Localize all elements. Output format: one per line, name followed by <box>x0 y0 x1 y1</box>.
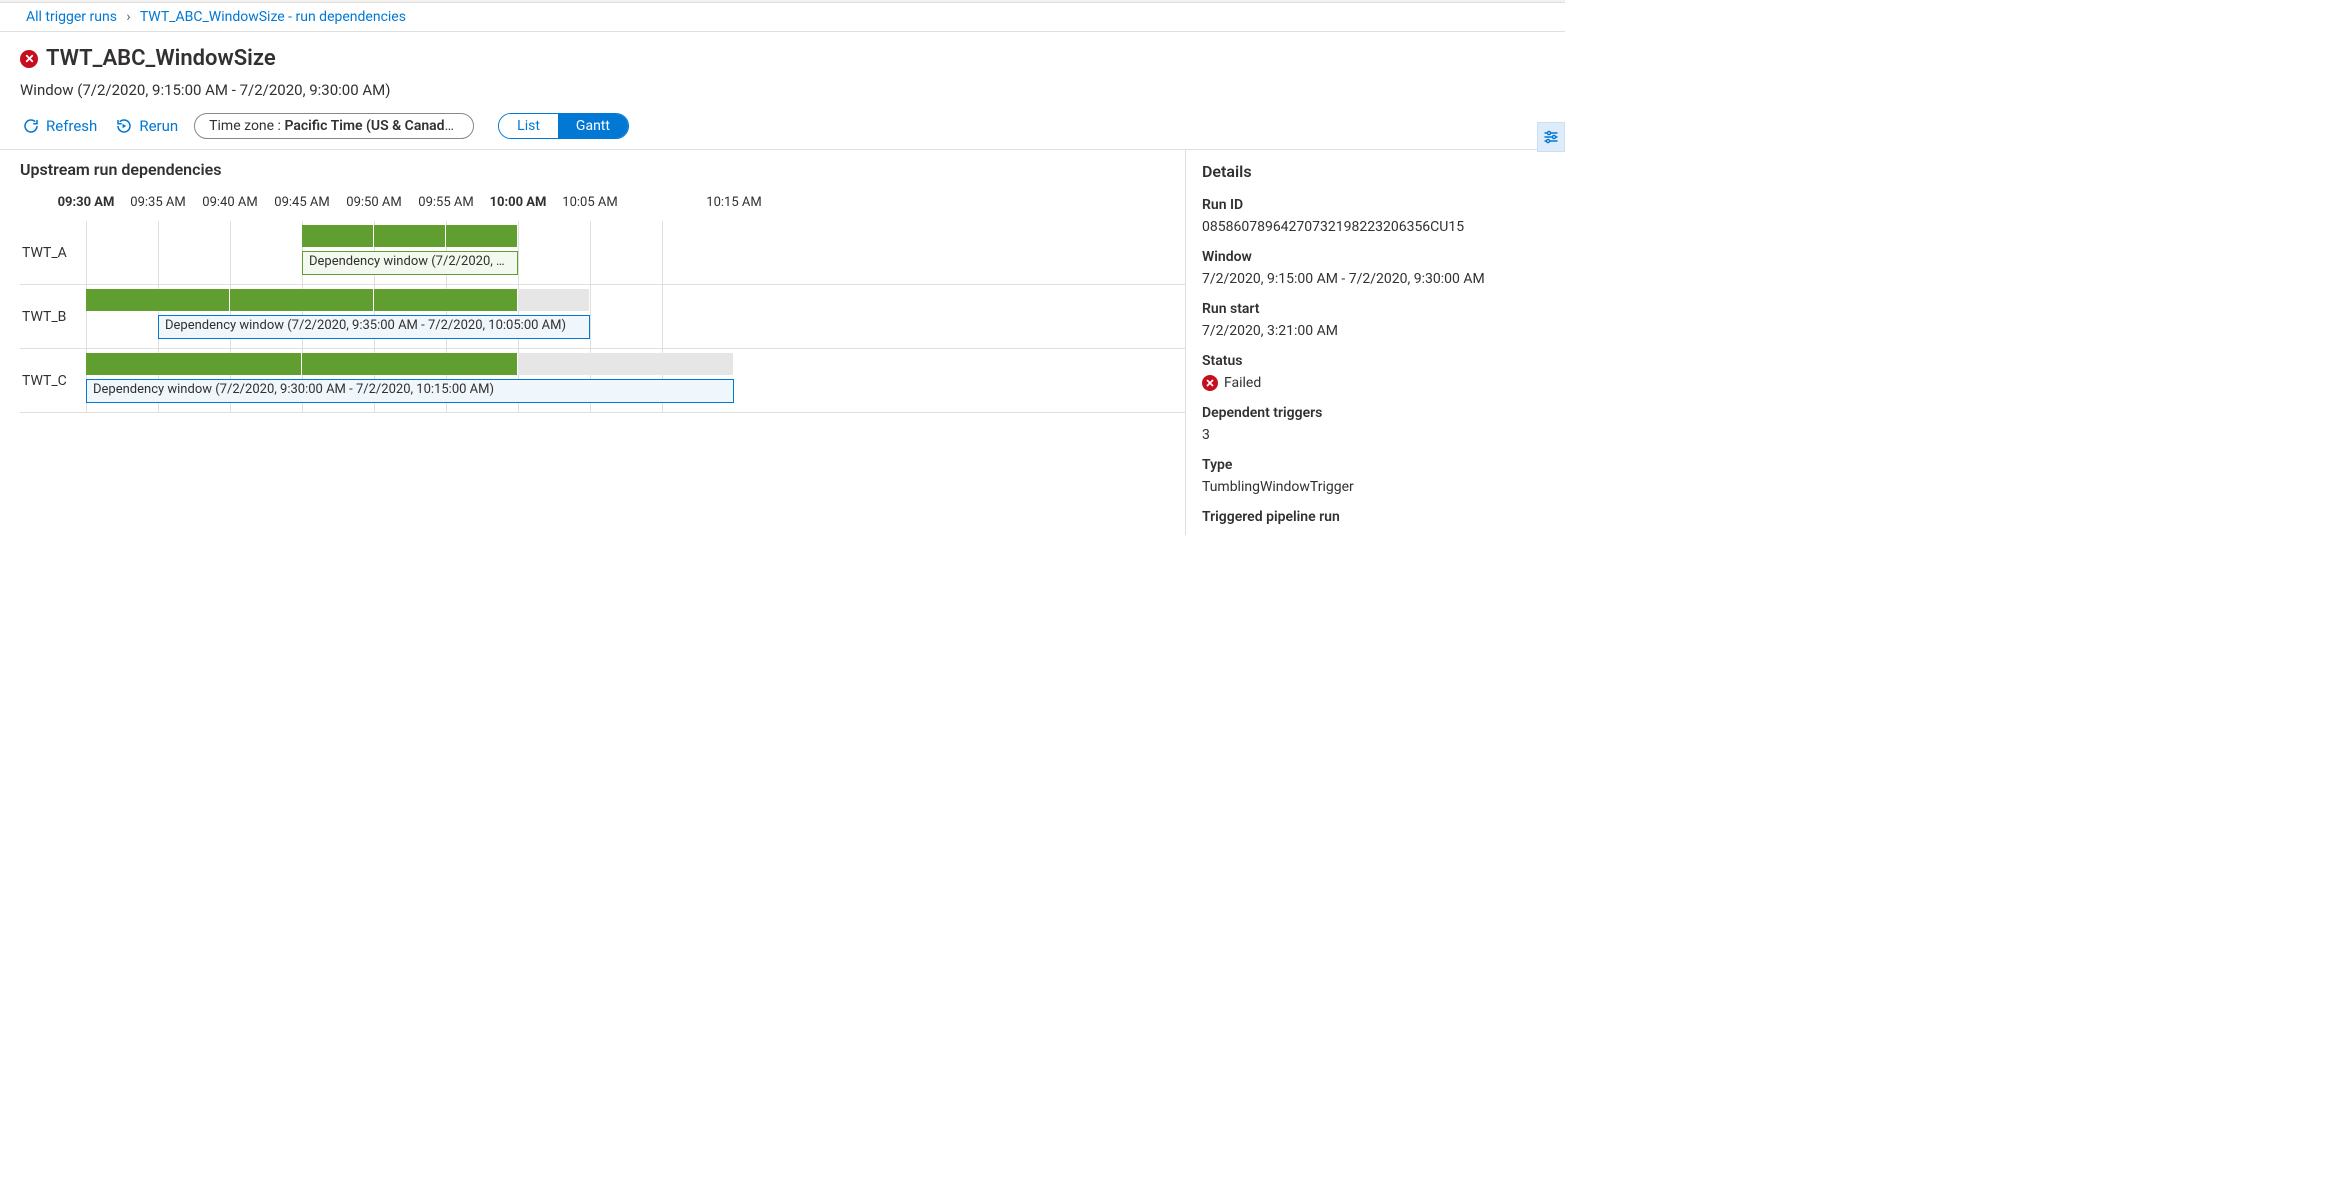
view-toggle-list[interactable]: List <box>499 114 558 138</box>
run-id-label: Run ID <box>1202 197 1555 213</box>
run-segment[interactable] <box>374 289 518 311</box>
dependency-window[interactable]: Dependency window (7/2/2020, 9:35:00 AM … <box>158 315 590 339</box>
window-value: 7/2/2020, 9:15:00 AM - 7/2/2020, 9:30:00… <box>1202 271 1555 287</box>
details-panel: Details Run ID 0858607896427073219822320… <box>1185 150 1565 535</box>
window-subtitle: Window (7/2/2020, 9:15:00 AM - 7/2/2020,… <box>20 81 1565 99</box>
type-value: TumblingWindowTrigger <box>1202 479 1555 495</box>
view-toggle: List Gantt <box>498 113 629 139</box>
gantt-row-label: TWT_B <box>20 285 86 348</box>
gantt-area: Upstream run dependencies 09:30 AM 09:35… <box>0 150 1185 535</box>
status-value: Failed <box>1224 375 1261 391</box>
rerun-label: Rerun <box>139 117 178 135</box>
time-tick: 09:45 AM <box>274 195 329 210</box>
rerun-icon <box>115 117 133 135</box>
run-start-value: 7/2/2020, 3:21:00 AM <box>1202 323 1555 339</box>
toolbar: Refresh Rerun Time zone : Pacific Time (… <box>20 113 1565 149</box>
run-segment[interactable] <box>86 353 302 375</box>
run-segment[interactable] <box>446 225 518 247</box>
details-heading: Details <box>1202 162 1555 181</box>
sliders-icon <box>1543 129 1559 145</box>
gantt-row-track: Dependency window (7/2/2020, 9:45:00… <box>86 221 1185 284</box>
page-title-row: TWT_ABC_WindowSize <box>20 46 1565 71</box>
time-tick: 09:40 AM <box>202 195 257 210</box>
gantt-row: TWT_B Dependency window (7/2/2020, 9:35:… <box>20 285 1185 349</box>
time-axis: 09:30 AM 09:35 AM 09:40 AM 09:45 AM 09:5… <box>20 195 1185 221</box>
gantt-row-track: Dependency window (7/2/2020, 9:35:00 AM … <box>86 285 1185 348</box>
run-segment[interactable] <box>302 225 374 247</box>
gantt-row-label: TWT_A <box>20 221 86 284</box>
page-header: TWT_ABC_WindowSize Window (7/2/2020, 9:1… <box>0 31 1565 149</box>
run-segment[interactable] <box>302 353 518 375</box>
view-toggle-gantt[interactable]: Gantt <box>558 114 628 138</box>
refresh-button[interactable]: Refresh <box>20 113 99 139</box>
timezone-dropdown[interactable]: Time zone : Pacific Time (US & Canada) (… <box>194 113 474 139</box>
time-tick: 09:55 AM <box>418 195 473 210</box>
status-value-row: Failed <box>1202 375 1555 391</box>
type-label: Type <box>1202 457 1555 473</box>
run-id-value: 08586078964270732198223206356CU15 <box>1202 219 1555 235</box>
run-start-label: Run start <box>1202 301 1555 317</box>
refresh-label: Refresh <box>46 117 97 135</box>
time-tick: 09:35 AM <box>130 195 185 210</box>
gantt-row-track: Dependency window (7/2/2020, 9:30:00 AM … <box>86 349 1185 412</box>
run-segment-pending[interactable] <box>518 289 590 311</box>
failed-status-icon <box>1202 375 1218 391</box>
rerun-button[interactable]: Rerun <box>113 113 180 139</box>
gantt-chart: 09:30 AM 09:35 AM 09:40 AM 09:45 AM 09:5… <box>20 195 1185 413</box>
breadcrumb-separator: › <box>126 9 130 25</box>
time-tick: 10:05 AM <box>562 195 617 210</box>
refresh-icon <box>22 117 40 135</box>
window-label: Window <box>1202 249 1555 265</box>
timezone-prefix: Time zone : <box>209 118 281 134</box>
timezone-value: Pacific Time (US & Canada) (UT… <box>284 118 474 134</box>
failed-status-icon <box>20 50 38 68</box>
time-tick: 09:30 AM <box>58 195 115 210</box>
run-segment[interactable] <box>230 289 374 311</box>
run-segment[interactable] <box>86 289 230 311</box>
time-tick: 10:15 AM <box>706 195 761 210</box>
time-tick: 09:50 AM <box>346 195 401 210</box>
gantt-row: TWT_C Dependency window (7/2/2020, 9:30:… <box>20 349 1185 413</box>
breadcrumb-current-link[interactable]: TWT_ABC_WindowSize - run dependencies <box>140 9 406 25</box>
gantt-row-label: TWT_C <box>20 349 86 412</box>
triggered-pipeline-run-label: Triggered pipeline run <box>1202 509 1555 525</box>
breadcrumb-root-link[interactable]: All trigger runs <box>26 9 117 25</box>
dependency-window[interactable]: Dependency window (7/2/2020, 9:45:00… <box>302 251 518 275</box>
page-title: TWT_ABC_WindowSize <box>46 46 276 71</box>
settings-panel-toggle[interactable] <box>1537 122 1565 152</box>
dependent-triggers-label: Dependent triggers <box>1202 405 1555 421</box>
breadcrumb: All trigger runs › TWT_ABC_WindowSize - … <box>0 3 1565 31</box>
run-segment-pending[interactable] <box>518 353 734 375</box>
time-tick: 10:00 AM <box>490 195 547 210</box>
status-label: Status <box>1202 353 1555 369</box>
gantt-row: TWT_A Dependency window (7/2/2020, 9:45:… <box>20 221 1185 285</box>
section-title: Upstream run dependencies <box>20 150 1185 189</box>
dependency-window[interactable]: Dependency window (7/2/2020, 9:30:00 AM … <box>86 379 734 403</box>
dependent-triggers-value: 3 <box>1202 427 1555 443</box>
main-content: Upstream run dependencies 09:30 AM 09:35… <box>0 149 1565 535</box>
run-segment[interactable] <box>374 225 446 247</box>
